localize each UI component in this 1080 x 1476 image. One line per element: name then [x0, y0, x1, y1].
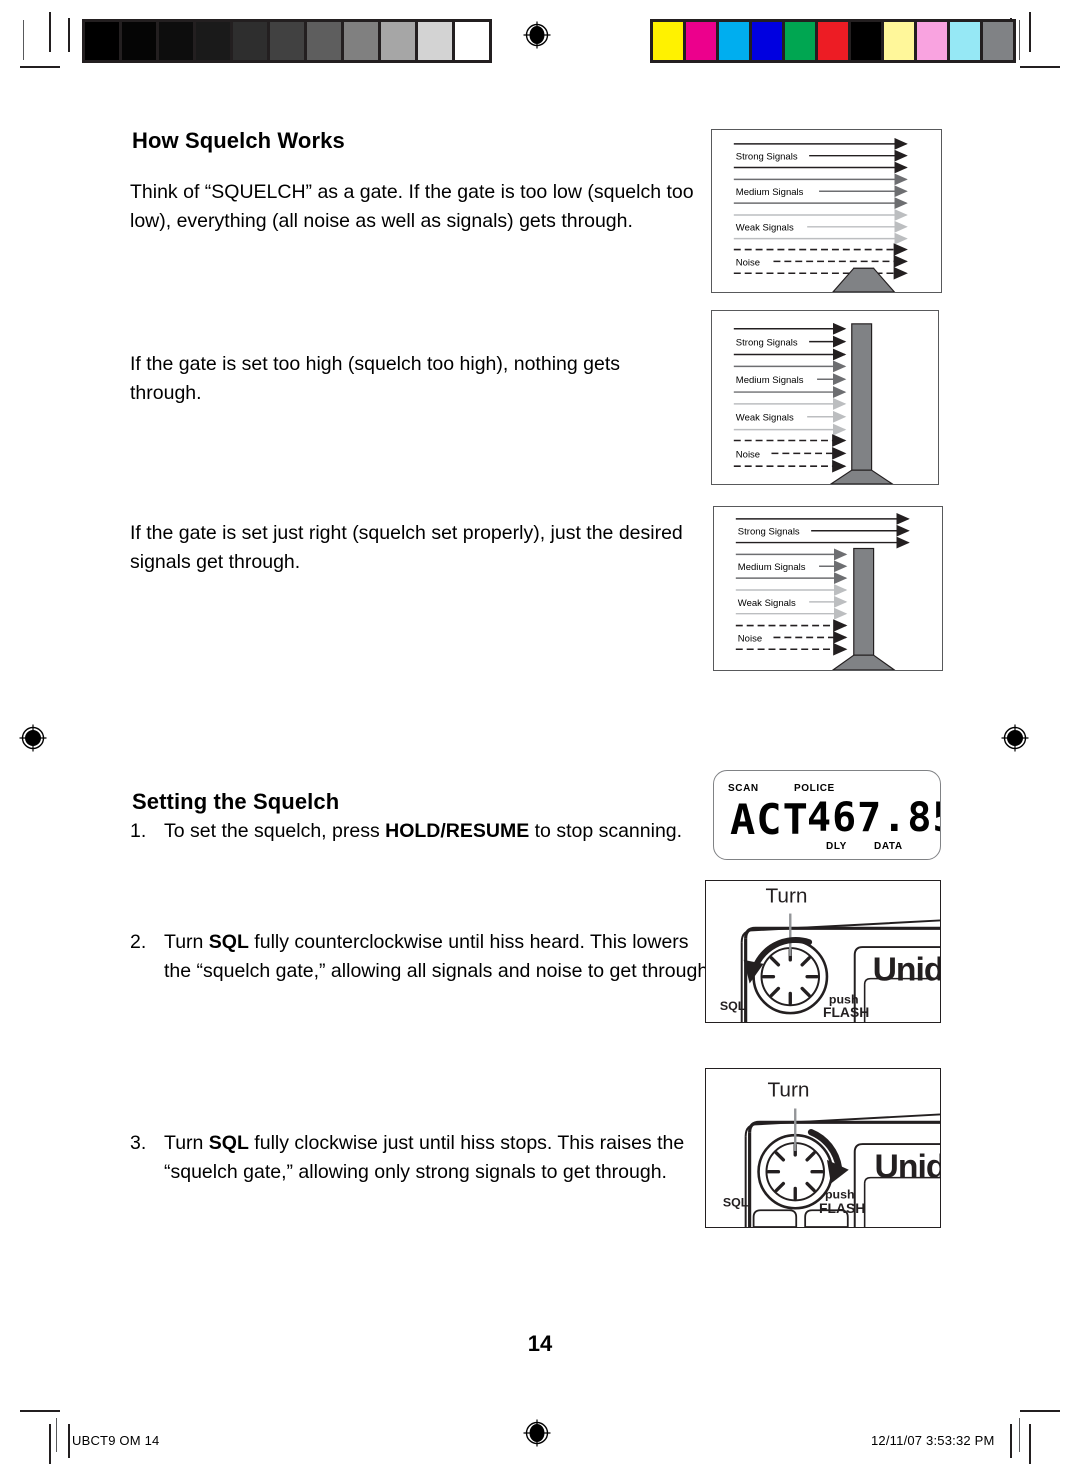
footer-rule-right: [1019, 1418, 1021, 1452]
step-text-1: To set the squelch, press HOLD/RESUME to…: [164, 820, 683, 842]
diagram-squelch-gate-just-right: Strong Signals Medium Signals Weak Signa…: [713, 506, 943, 671]
svg-text:Weak Signals: Weak Signals: [736, 223, 794, 234]
lcd-indicator-data: DATA: [874, 841, 903, 852]
footer-document-id: UBCT9 OM 14: [72, 1433, 160, 1448]
illustration-sql-knob-counterclockwise: Unid Turn SQL push FLASH: [705, 880, 941, 1023]
step-number-2: 2.: [130, 931, 147, 953]
document-page: How Squelch Works Think of “SQUELCH” as …: [0, 0, 1080, 1476]
svg-text:SQL: SQL: [723, 1195, 749, 1209]
lcd-main-text: ACT: [730, 795, 809, 844]
page-number: 14: [527, 1331, 553, 1356]
step-item-3: 3. Turn SQL fully clockwise just until h…: [130, 1129, 720, 1187]
page-content: How Squelch Works Think of “SQUELCH” as …: [0, 0, 1080, 1476]
svg-text:FLASH: FLASH: [823, 1004, 869, 1020]
step-number-3: 3.: [130, 1132, 147, 1154]
step-item-1: 1. To set the squelch, press HOLD/RESUME…: [130, 817, 720, 846]
lcd-frequency: 467.8500: [807, 795, 940, 841]
svg-text:Noise: Noise: [736, 449, 760, 460]
lcd-display-panel: SCAN POLICE ACT 467.8500 DLY DATA: [713, 770, 941, 860]
svg-text:Medium Signals: Medium Signals: [736, 187, 804, 198]
svg-text:Turn: Turn: [765, 885, 807, 908]
page-title-setting-the-squelch: Setting the Squelch: [132, 789, 340, 814]
svg-text:Strong Signals: Strong Signals: [736, 338, 798, 349]
svg-text:Medium Signals: Medium Signals: [736, 375, 804, 386]
diagram-squelch-gate-too-low: Strong Signals Medium Signals Weak Signa…: [711, 129, 942, 293]
svg-text:Unid: Unid: [875, 1149, 940, 1186]
svg-text:Strong Signals: Strong Signals: [738, 527, 800, 538]
diagram-squelch-gate-too-high: Strong Signals Medium Signals Weak Signa…: [711, 310, 939, 485]
paragraph-squelch-gate-right: If the gate is set just right (squelch s…: [130, 522, 683, 573]
svg-text:Strong Signals: Strong Signals: [736, 152, 798, 163]
svg-text:Weak Signals: Weak Signals: [738, 598, 796, 609]
svg-text:Noise: Noise: [736, 257, 760, 268]
svg-text:Unid: Unid: [873, 952, 940, 989]
step-text-2: Turn SQL fully counterclockwise until hi…: [164, 931, 714, 982]
svg-text:Medium Signals: Medium Signals: [738, 562, 806, 573]
step-item-2: 2. Turn SQL fully counterclockwise until…: [130, 928, 720, 986]
page-title-how-squelch-works: How Squelch Works: [132, 128, 345, 153]
paragraph-squelch-gate-low: Think of “SQUELCH” as a gate. If the gat…: [130, 181, 694, 232]
paragraph-squelch-gate-high: If the gate is set too high (squelch too…: [130, 353, 620, 404]
footer-timestamp: 12/11/07 3:53:32 PM: [871, 1433, 995, 1448]
svg-text:FLASH: FLASH: [819, 1200, 865, 1216]
lcd-indicator-police: POLICE: [794, 783, 835, 794]
illustration-sql-knob-clockwise: Unid Turn SQL push FLASH: [705, 1068, 941, 1228]
lcd-indicator-scan: SCAN: [728, 783, 759, 794]
svg-text:Turn: Turn: [767, 1079, 809, 1102]
svg-text:SQL: SQL: [720, 999, 746, 1013]
step-number-1: 1.: [130, 820, 147, 842]
svg-text:Noise: Noise: [738, 633, 762, 644]
svg-text:Weak Signals: Weak Signals: [736, 413, 794, 424]
step-text-3: Turn SQL fully clockwise just until hiss…: [164, 1132, 685, 1183]
footer-rule-left: [56, 1418, 58, 1452]
lcd-indicator-dly: DLY: [826, 841, 847, 852]
